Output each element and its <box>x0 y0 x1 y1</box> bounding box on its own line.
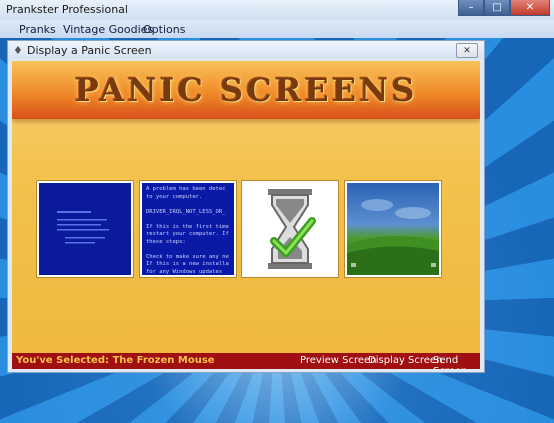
banner: PANIC SCREENS <box>12 61 480 119</box>
status-bar: You've Selected: The Frozen Mouse Previe… <box>12 353 480 369</box>
menu-vintage-goodies[interactable]: Vintage Goodies <box>63 23 153 36</box>
content-panel: PANIC SCREENS A problem has been detec t… <box>12 61 480 369</box>
maximize-button[interactable]: □ <box>484 0 510 16</box>
hourglass-check-icon <box>268 189 316 269</box>
send-screen-link[interactable]: Send Screen <box>433 355 480 369</box>
app-icon: ♦ <box>13 44 23 57</box>
preview-screen-link[interactable]: Preview Screen <box>300 355 376 366</box>
selected-label: You've Selected: The Frozen Mouse <box>16 355 215 366</box>
banner-title: PANIC SCREENS <box>74 71 418 109</box>
dialog-title: Display a Panic Screen <box>27 44 152 57</box>
menu-bar: Pranks Vintage Goodies Options <box>0 20 554 38</box>
bsod-text: A problem has been detec to your compute… <box>146 186 229 275</box>
app-titlebar: Prankster Professional – □ ✕ <box>0 0 554 21</box>
close-button[interactable]: ✕ <box>510 0 550 16</box>
thumb-bsod-text[interactable]: A problem has been detec to your compute… <box>140 181 236 277</box>
window-controls: – □ ✕ <box>458 0 550 18</box>
thumb-frozen-mouse[interactable] <box>242 181 338 277</box>
wallpaper-hill-icon <box>347 199 439 275</box>
dialog-titlebar: ♦ Display a Panic Screen ✕ <box>8 41 484 59</box>
display-screen-link[interactable]: Display Screen <box>368 355 442 366</box>
dialog-close-button[interactable]: ✕ <box>456 43 478 58</box>
menu-options[interactable]: Options <box>143 23 185 36</box>
thumb-desktop-wallpaper[interactable] <box>345 181 441 277</box>
menu-pranks[interactable]: Pranks <box>19 23 56 36</box>
blue-screen-icon <box>57 211 109 244</box>
thumb-blue-screen[interactable] <box>37 181 133 277</box>
minimize-button[interactable]: – <box>458 0 484 16</box>
app-title: Prankster Professional <box>6 3 128 16</box>
panic-screen-dialog: ♦ Display a Panic Screen ✕ PANIC SCREENS… <box>7 40 485 373</box>
